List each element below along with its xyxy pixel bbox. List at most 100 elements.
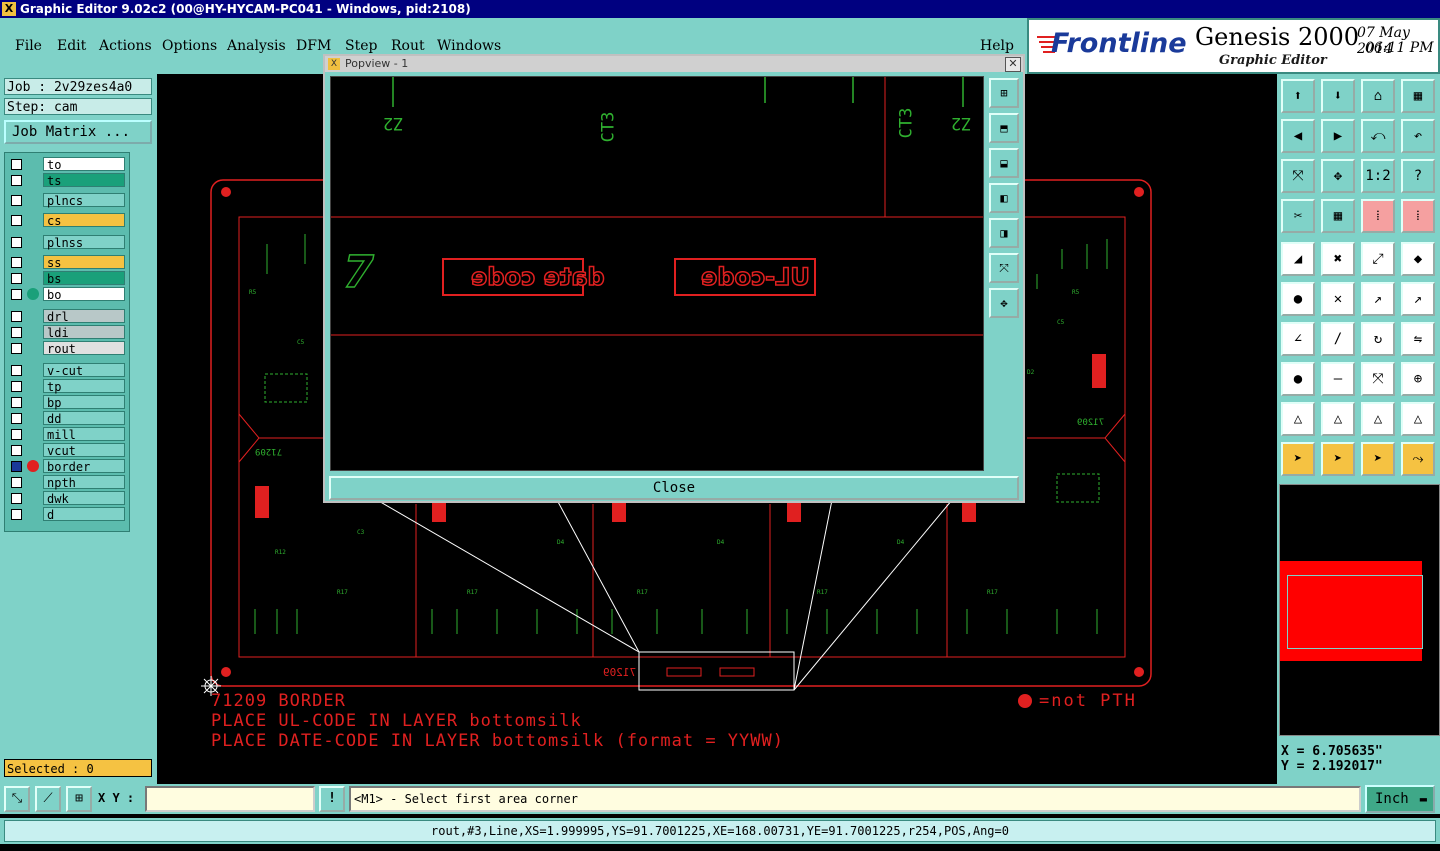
options-icon[interactable]: ✂ [1281, 199, 1315, 233]
layer-checkbox[interactable] [11, 311, 22, 322]
route-icon[interactable]: ⤳ [1401, 442, 1435, 476]
window-icon[interactable]: ▦ [1401, 79, 1435, 113]
layer-checkbox[interactable] [11, 413, 22, 424]
undo-icon[interactable]: ↶ [1401, 119, 1435, 153]
menu-file[interactable]: File [15, 38, 42, 54]
menu-options[interactable]: Options [162, 38, 217, 54]
layer-checkbox[interactable] [11, 195, 22, 206]
layer-checkbox[interactable] [11, 327, 22, 338]
snap-icon[interactable]: ⁞ [1361, 199, 1395, 233]
cross-icon[interactable]: ✕ [1321, 282, 1355, 316]
layer-checkbox[interactable] [11, 397, 22, 408]
overview-window[interactable] [1279, 484, 1440, 736]
menu-edit[interactable]: Edit [57, 38, 86, 54]
triangle-icon[interactable]: △ [1321, 402, 1355, 436]
polygon-icon[interactable]: △ [1361, 402, 1395, 436]
layer-row-to[interactable]: to [7, 157, 127, 172]
layer-row-cs[interactable]: cs [7, 213, 127, 228]
menu-step[interactable]: Step [345, 38, 377, 54]
pointer-icon[interactable]: ➤ [1281, 442, 1315, 476]
pan-left-icon[interactable]: ◀ [1281, 119, 1315, 153]
select-icon[interactable]: ◢ [1281, 242, 1315, 276]
pan-right-icon[interactable]: ▶ [1321, 119, 1355, 153]
layer-row-v-cut[interactable]: v-cut [7, 363, 127, 378]
layer-checkbox[interactable] [11, 289, 22, 300]
menu-help[interactable]: Help [980, 38, 1014, 54]
popview-tool-5[interactable]: ◨ [989, 218, 1019, 248]
zoom-area-icon[interactable]: ⤡ [4, 786, 30, 812]
layer-checkbox[interactable] [11, 257, 22, 268]
popview-tool-4[interactable]: ◧ [989, 183, 1019, 213]
select-box-icon[interactable]: ➤ [1321, 442, 1355, 476]
open-job-icon[interactable]: ⬆ [1281, 79, 1315, 113]
measure-icon[interactable]: ⤢ [1361, 242, 1395, 276]
layer-checkbox[interactable] [11, 461, 22, 472]
layer-row-ldi[interactable]: ldi [7, 325, 127, 340]
menu-windows[interactable]: Windows [437, 38, 501, 54]
popview-titlebar[interactable]: X Popview - 1 ✕ [325, 56, 1023, 72]
popview-tool-3[interactable]: ⬓ [989, 148, 1019, 178]
save-icon[interactable]: ⬇ [1321, 79, 1355, 113]
copy-icon[interactable]: ↗ [1401, 282, 1435, 316]
connect-icon[interactable]: ● [1281, 282, 1315, 316]
overview-viewport[interactable] [1287, 575, 1423, 649]
layer-row-npth[interactable]: npth [7, 475, 127, 490]
layer-checkbox[interactable] [11, 175, 22, 186]
lasso-icon[interactable]: ➤ [1361, 442, 1395, 476]
measure-icon[interactable]: ⟋ [35, 786, 61, 812]
snap-active-icon[interactable]: ⁞ [1401, 199, 1435, 233]
layer-checkbox[interactable] [11, 237, 22, 248]
layer-checkbox[interactable] [11, 445, 22, 456]
move-icon[interactable]: ↗ [1361, 282, 1395, 316]
popview-canvas[interactable]: date code UL-code CT3 CT3 Z2 Z2 7 [330, 76, 984, 471]
layer-row-plncs[interactable]: plncs [7, 193, 127, 208]
layer-row-d[interactable]: d [7, 507, 127, 522]
layer-row-bo[interactable]: bo [7, 287, 127, 302]
layer-row-vcut[interactable]: vcut [7, 443, 127, 458]
grid-icon[interactable]: ▦ [1321, 199, 1355, 233]
exclaim-button[interactable]: ! [319, 786, 345, 812]
popview-center-icon[interactable]: ✥ [989, 288, 1019, 318]
scale-1-2-icon[interactable]: 1:2 [1361, 159, 1395, 193]
rotate-icon[interactable]: ↻ [1361, 322, 1395, 356]
layer-checkbox[interactable] [11, 159, 22, 170]
layer-checkbox[interactable] [11, 215, 22, 226]
popview-tool-2[interactable]: ⬒ [989, 113, 1019, 143]
polygon-edge-icon[interactable]: △ [1401, 402, 1435, 436]
layer-checkbox[interactable] [11, 381, 22, 392]
help-icon[interactable]: ? [1401, 159, 1435, 193]
pad-icon[interactable]: ● [1281, 362, 1315, 396]
popview-tool-1[interactable]: ⊞ [989, 78, 1019, 108]
unit-selector[interactable]: Inch ▬ [1365, 785, 1435, 813]
layer-checkbox[interactable] [11, 493, 22, 504]
popview-fit-icon[interactable]: ⤧ [989, 253, 1019, 283]
layer-row-bp[interactable]: bp [7, 395, 127, 410]
menu-actions[interactable]: Actions [99, 38, 152, 54]
layer-checkbox[interactable] [11, 273, 22, 284]
layer-row-border[interactable]: border [7, 459, 127, 474]
layer-checkbox[interactable] [11, 509, 22, 520]
app-icon[interactable]: X [2, 2, 16, 16]
mirror-icon[interactable]: ⇋ [1401, 322, 1435, 356]
angle-icon[interactable]: ∠ [1281, 322, 1315, 356]
layer-row-plnss[interactable]: plnss [7, 235, 127, 250]
layer-row-drl[interactable]: drl [7, 309, 127, 324]
target-icon[interactable]: ◆ [1401, 242, 1435, 276]
line-icon[interactable]: / [1321, 322, 1355, 356]
layer-checkbox[interactable] [11, 343, 22, 354]
layer-row-mill[interactable]: mill [7, 427, 127, 442]
layer-row-dwk[interactable]: dwk [7, 491, 127, 506]
layer-checkbox[interactable] [11, 477, 22, 488]
layer-row-bs[interactable]: bs [7, 271, 127, 286]
resize-icon[interactable]: ⤧ [1361, 362, 1395, 396]
layer-row-dd[interactable]: dd [7, 411, 127, 426]
layer-checkbox[interactable] [11, 429, 22, 440]
layer-row-ss[interactable]: ss [7, 255, 127, 270]
arc-icon[interactable]: △ [1281, 402, 1315, 436]
menu-rout[interactable]: Rout [391, 38, 425, 54]
center-icon[interactable]: ✥ [1321, 159, 1355, 193]
delete-icon[interactable]: ✖ [1321, 242, 1355, 276]
menu-analysis[interactable]: Analysis [227, 38, 286, 54]
zoom-icon[interactable]: ⤺ [1361, 119, 1395, 153]
layer-checkbox[interactable] [11, 365, 22, 376]
